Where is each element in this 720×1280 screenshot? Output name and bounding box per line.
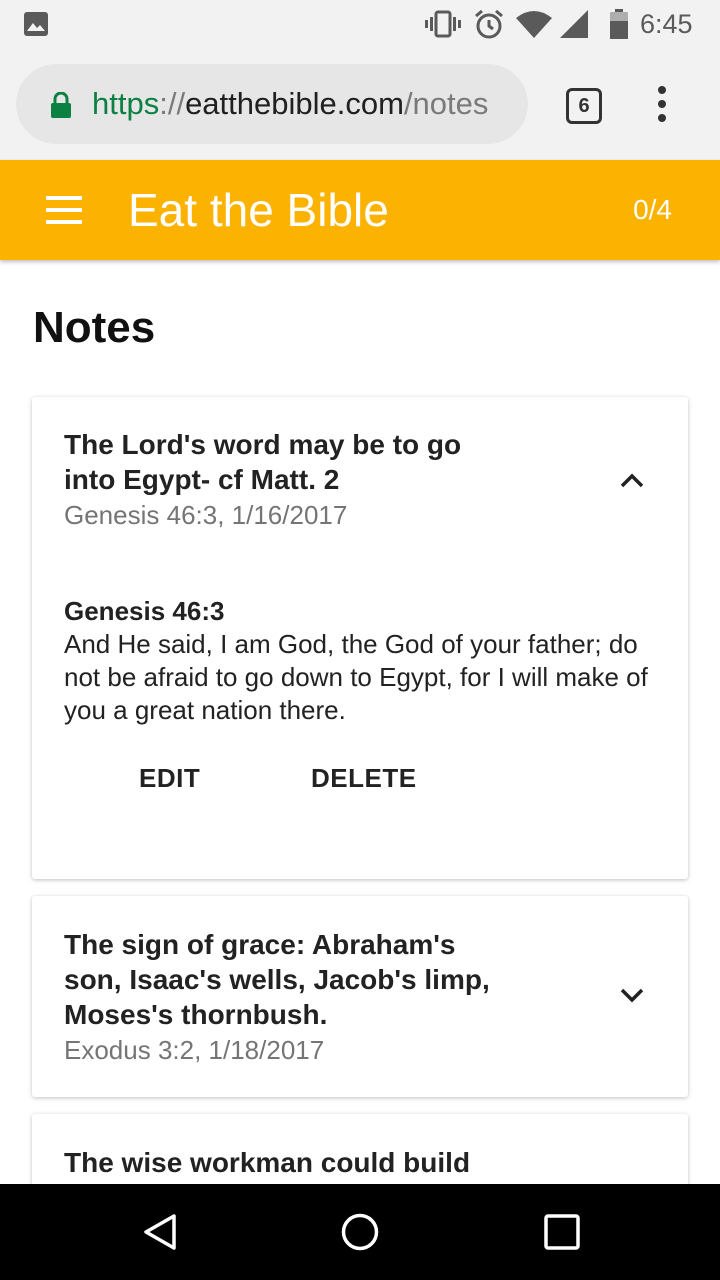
verse-text: And He said, I am God, the God of your f… [64,629,648,725]
note-title[interactable]: The wise workman could build [64,1145,504,1180]
vibrate-icon [424,0,462,48]
url-scheme: https [92,86,160,121]
chevron-up-icon[interactable] [618,467,646,495]
verse-reference: Genesis 46:3 [64,596,225,626]
note-card[interactable]: The sign of grace: Abraham's son, Isaac'… [32,896,688,1097]
home-icon[interactable] [340,1212,380,1252]
note-reference-date: Genesis 46:3, 1/16/2017 [64,500,348,530]
url-separator: :// [159,86,186,121]
chevron-down-icon[interactable] [618,981,646,1009]
lock-icon [50,91,72,123]
back-icon[interactable] [140,1212,180,1252]
delete-button[interactable]: DELETE [311,763,417,794]
progress-count: 0/4 [633,194,672,225]
image-notification-icon [22,0,50,48]
url-host: eatthebible.com [185,86,404,121]
url-path: /notes [403,86,489,121]
recents-icon[interactable] [542,1212,582,1252]
note-reference-date: Exodus 3:2, 1/18/2017 [64,1035,325,1065]
app-bar: Eat the Bible 0/4 [0,160,720,260]
alarm-icon [472,0,506,48]
note-card: The Lord's word may be to go into Egypt-… [32,397,688,879]
navigation-bar [0,1184,720,1280]
wifi-icon [514,0,554,48]
note-title[interactable]: The sign of grace: Abraham's son, Isaac'… [64,927,504,1032]
app-title: Eat the Bible [128,184,389,236]
browser-toolbar: https://eatthebible.com/notes 6 [0,48,720,160]
note-title[interactable]: The Lord's word may be to go into Egypt-… [64,427,504,497]
overflow-menu-icon[interactable] [652,86,672,122]
signal-icon [558,0,590,48]
status-time: 6:45 [640,9,693,39]
battery-icon [606,0,632,48]
url-text[interactable]: https://eatthebible.com/notes [92,64,524,144]
page-title: Notes [33,303,156,352]
url-bar[interactable]: https://eatthebible.com/notes [16,64,528,144]
tab-switcher-button[interactable]: 6 [566,88,602,124]
status-bar: 6:45 [0,0,720,48]
hamburger-menu-icon[interactable] [46,196,82,224]
edit-button[interactable]: EDIT [139,763,200,794]
